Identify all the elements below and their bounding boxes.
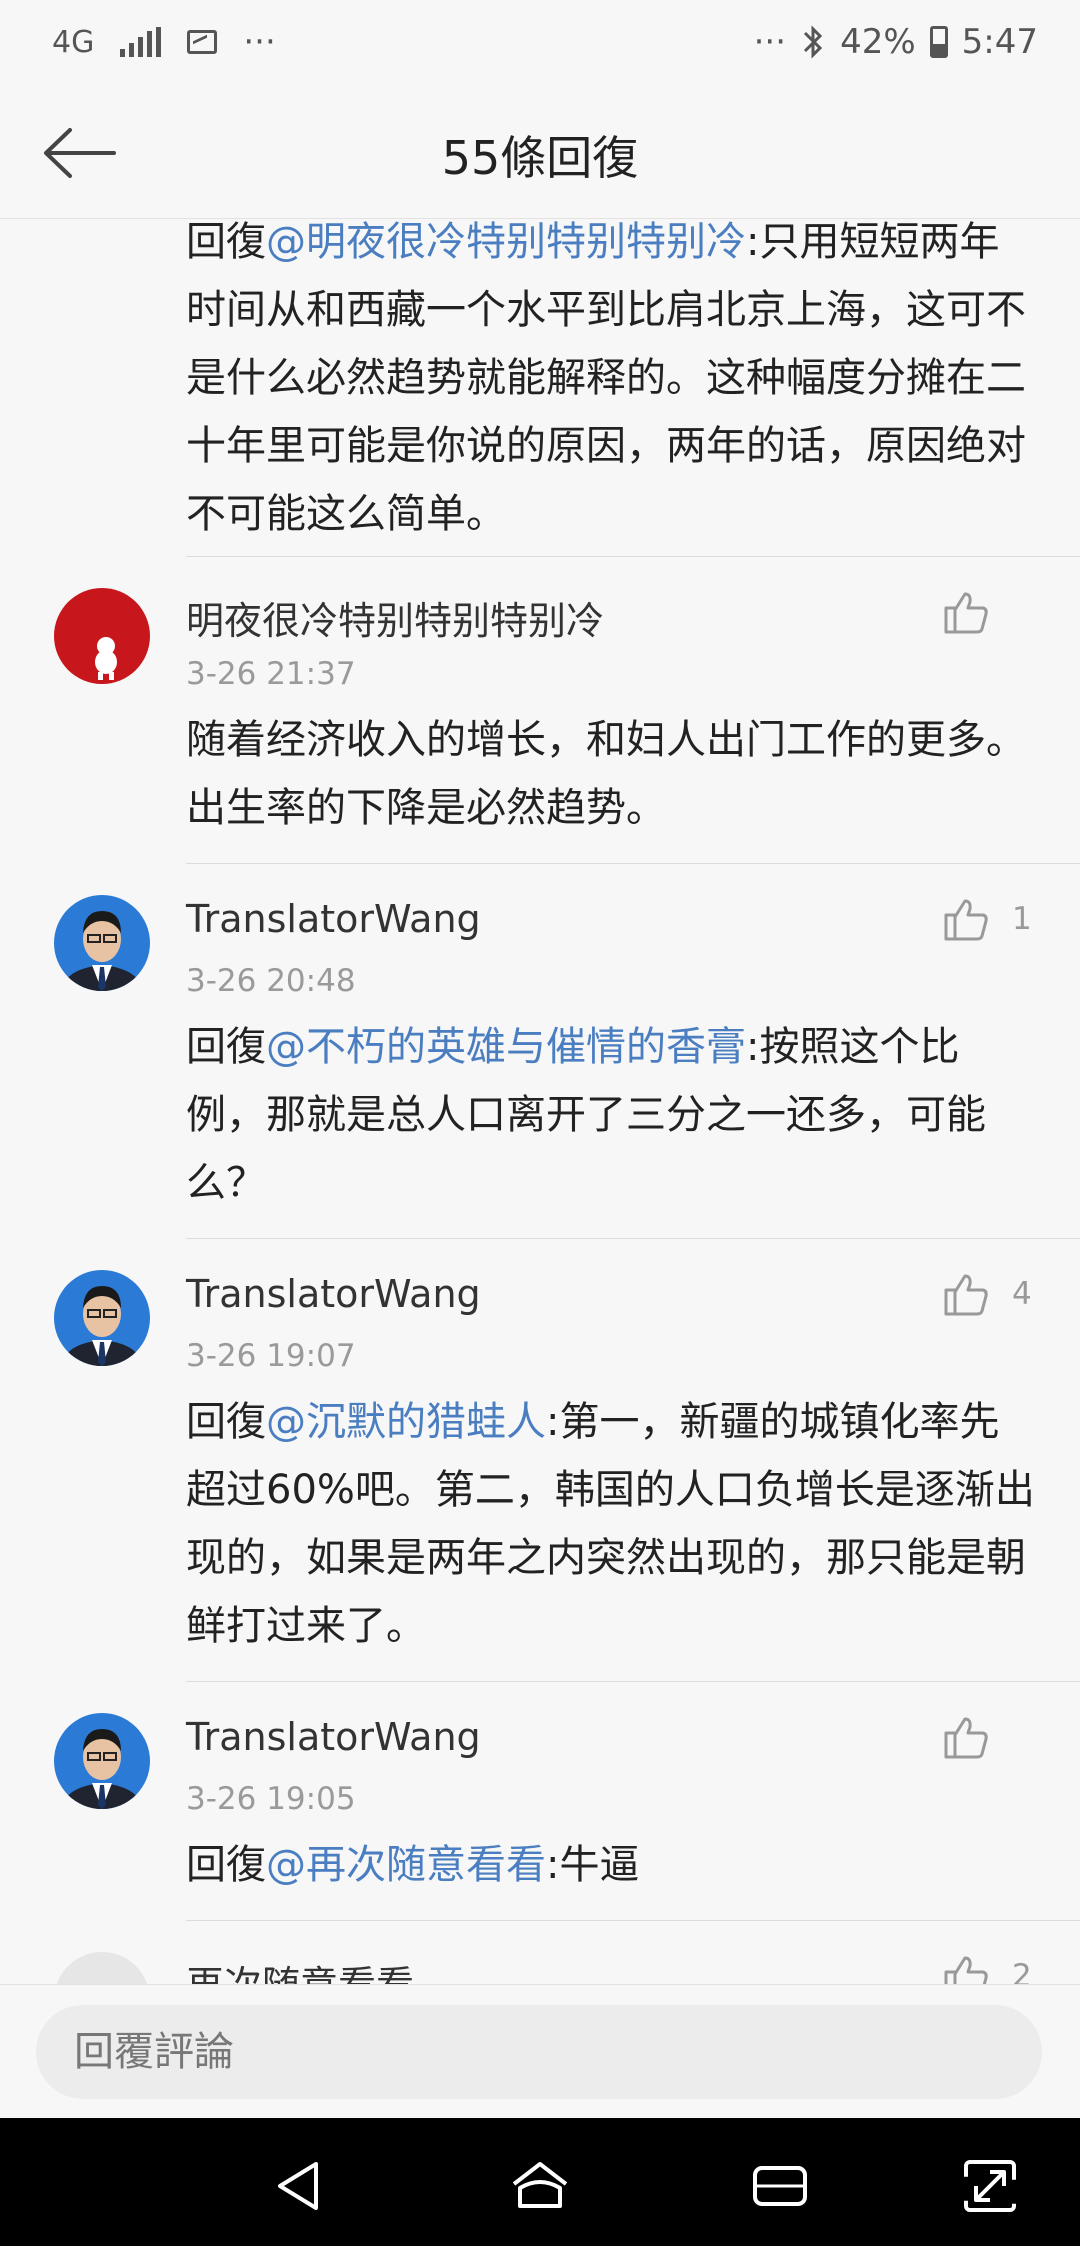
reply-prefix: 回復	[186, 1399, 266, 1445]
reply-bar	[0, 1984, 1080, 2119]
comment-body: 回復@明夜很冷特别特别特别冷:只用短短两年时间从和西藏一个水平到比肩北京上海，这…	[186, 218, 1036, 548]
username[interactable]: 明夜很冷特别特别特别冷	[186, 590, 604, 645]
avatar[interactable]	[54, 1270, 150, 1366]
nav-back-button[interactable]	[270, 2156, 330, 2216]
avatar[interactable]	[54, 588, 150, 684]
reply-prefix: 回復	[186, 1024, 266, 1070]
avatar[interactable]	[54, 1713, 150, 1809]
nav-expand-button[interactable]	[960, 2156, 1020, 2216]
divider	[186, 863, 1080, 864]
divider	[186, 1238, 1080, 1239]
reply-prefix: 回復	[186, 219, 266, 265]
thumbs-up-icon	[944, 899, 988, 941]
comment-text: :牛逼	[546, 1842, 640, 1888]
nav-back-icon	[278, 2162, 318, 2210]
nav-expand-icon	[964, 2160, 1016, 2212]
avatar[interactable]	[54, 1952, 150, 1984]
like-count: 2	[1012, 1958, 1032, 1984]
timestamp: 3-26 21:37	[186, 656, 356, 692]
avatar-person-icon	[62, 911, 142, 991]
comment-body: 回復@沉默的猎蛙人:第一，新疆的城镇化率先超过60%吧。第二，韩国的人口负增长是…	[186, 1388, 1036, 1660]
username[interactable]: TranslatorWang	[186, 1272, 481, 1316]
nav-recents-icon	[753, 2166, 807, 2206]
avatar-figure-icon	[95, 637, 117, 680]
avatar-person-icon	[62, 1729, 142, 1809]
bluetooth-icon	[804, 25, 823, 59]
avatar-person-icon	[62, 1286, 142, 1366]
thumbs-up-icon	[944, 1274, 988, 1316]
app-header: 55條回復	[0, 88, 1080, 219]
thumbs-up-icon	[944, 1717, 988, 1759]
like-button[interactable]: 1	[942, 895, 1032, 943]
comment-body: 回復@再次随意看看:牛逼	[186, 1831, 1036, 1899]
avatar[interactable]	[54, 895, 150, 991]
comment-body: 随着经济收入的增长，和妇人出门工作的更多。出生率的下降是必然趋势。	[186, 717, 1026, 831]
battery-icon	[929, 26, 948, 58]
thumbs-up-icon	[944, 1956, 988, 1984]
reply-input[interactable]	[36, 2005, 1042, 2099]
signal-icon	[120, 27, 162, 57]
thumbs-up-icon	[944, 592, 988, 634]
username[interactable]: 再次随意看看	[186, 1954, 414, 1984]
like-button[interactable]: 2	[942, 1952, 1032, 1984]
divider	[186, 556, 1080, 557]
clock: 5:47	[961, 22, 1038, 62]
nav-recents-button[interactable]	[750, 2156, 810, 2216]
nav-home-icon	[512, 2162, 568, 2208]
comment-list[interactable]: 回復@明夜很冷特别特别特别冷:只用短短两年时间从和西藏一个水平到比肩北京上海，这…	[0, 218, 1080, 1984]
like-count: 4	[1012, 1276, 1032, 1312]
divider	[186, 1681, 1080, 1682]
reply-prefix: 回復	[186, 1842, 266, 1888]
mention-link[interactable]: @明夜很冷特别特别特别冷	[266, 219, 746, 265]
username[interactable]: TranslatorWang	[186, 897, 481, 941]
mention-link[interactable]: @不朽的英雄与催情的香膏	[266, 1024, 746, 1070]
battery-percent: 42%	[840, 22, 916, 62]
mention-link[interactable]: @沉默的猎蛙人	[266, 1399, 546, 1445]
mention-link[interactable]: @再次随意看看	[266, 1842, 546, 1888]
nav-home-button[interactable]	[510, 2156, 570, 2216]
like-count: 1	[1012, 901, 1032, 937]
comment-body: 回復@不朽的英雄与催情的香膏:按照这个比例，那就是总人口离开了三分之一还多，可能…	[186, 1013, 1036, 1217]
timestamp: 3-26 20:48	[186, 963, 356, 999]
system-nav-bar	[0, 2118, 1080, 2246]
like-button[interactable]: 4	[942, 1270, 1032, 1318]
image-notification-icon	[187, 30, 218, 54]
more-notifications-icon: ···	[243, 22, 276, 62]
timestamp: 3-26 19:07	[186, 1338, 356, 1374]
status-bar: 4G ··· ··· 42% 5:47	[0, 0, 1080, 88]
divider	[186, 1920, 1080, 1921]
page-title: 55條回復	[441, 131, 639, 185]
like-button[interactable]	[942, 588, 1030, 636]
like-button[interactable]	[942, 1713, 1030, 1761]
username[interactable]: TranslatorWang	[186, 1715, 481, 1759]
timestamp: 3-26 19:05	[186, 1781, 356, 1817]
network-type: 4G	[52, 24, 95, 60]
more-status-icon: ···	[753, 22, 787, 62]
comment-text: :只用短短两年时间从和西藏一个水平到比肩北京上海，这可不是什么必然趋势就能解释的…	[186, 219, 1026, 537]
